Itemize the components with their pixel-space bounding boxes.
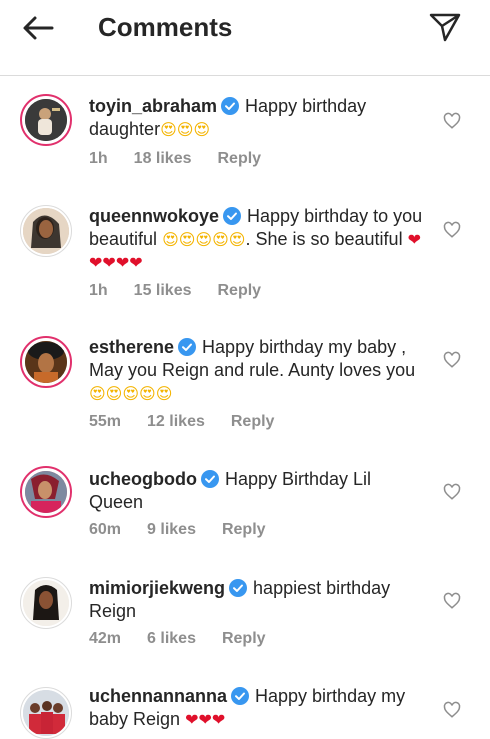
avatar[interactable] — [20, 577, 72, 629]
comment-time: 1h — [89, 282, 108, 299]
comment-username[interactable]: toyin_abraham — [89, 96, 217, 116]
like-heart-icon[interactable] — [443, 112, 461, 130]
comment-username[interactable]: ucheogbodo — [89, 469, 197, 489]
comment-username[interactable]: estherene — [89, 337, 174, 357]
comment-body: mimiorjiekweng happiest birthday Reign — [89, 577, 429, 623]
like-heart-icon[interactable] — [443, 221, 461, 239]
verified-badge-icon — [221, 97, 240, 115]
comment-time: 1h — [89, 150, 108, 167]
comment-likes[interactable]: 9 likes — [147, 521, 196, 538]
comment-item: queennwokoye Happy birthday to you beauti… — [0, 203, 490, 328]
avatar[interactable] — [20, 336, 72, 388]
comment-username[interactable]: queennwokoye — [89, 206, 219, 226]
comment-username[interactable]: uchennannanna — [89, 686, 227, 706]
comment-meta: 1h 15 likes Reply — [89, 282, 287, 300]
like-heart-icon[interactable] — [443, 701, 461, 719]
comment-body: estherene Happy birthday my baby , May yo… — [89, 336, 429, 405]
comment-item: uchennannanna Happy birthday my baby Reig… — [0, 683, 490, 739]
comment-meta: 60m 9 likes Reply — [89, 521, 292, 539]
heart-eyes-emoji: 😍😍😍 — [160, 120, 211, 139]
heart-eyes-emoji: 😍😍😍😍😍 — [89, 384, 173, 403]
comment-meta: 1h 18 likes Reply — [89, 150, 287, 168]
verified-badge-icon — [223, 207, 242, 225]
verified-badge-icon — [200, 470, 219, 488]
avatar[interactable] — [20, 466, 72, 518]
comment-item: mimiorjiekweng happiest birthday Reign 42… — [0, 574, 490, 664]
comment-meta: 55m 12 likes Reply — [89, 413, 300, 431]
comment-time: 42m — [89, 630, 122, 647]
comment-text-continued: . She is so beautiful — [245, 229, 408, 249]
reply-button[interactable]: Reply — [231, 413, 275, 430]
like-heart-icon[interactable] — [443, 351, 461, 369]
comment-body: uchennannanna Happy birthday my baby Reig… — [89, 685, 429, 731]
comment-item: toyin_abraham Happy birthday daughter😍😍😍 … — [0, 90, 490, 200]
avatar[interactable] — [20, 205, 72, 257]
page-title: Comments — [98, 12, 233, 42]
verified-badge-icon — [231, 687, 250, 705]
comment-body: ucheogbodo Happy Birthday Lil Queen — [89, 468, 429, 514]
comment-time: 55m — [89, 413, 122, 430]
comment-meta: 42m 6 likes Reply — [89, 630, 292, 648]
reply-button[interactable]: Reply — [218, 150, 262, 167]
comment-body: toyin_abraham Happy birthday daughter😍😍😍 — [89, 95, 429, 141]
like-heart-icon[interactable] — [443, 483, 461, 501]
red-heart-emoji: ❤❤❤ — [185, 710, 226, 729]
comment-username[interactable]: mimiorjiekweng — [89, 578, 225, 598]
comment-item: estherene Happy birthday my baby , May yo… — [0, 334, 490, 454]
comment-time: 60m — [89, 521, 122, 538]
direct-send-icon[interactable] — [428, 10, 462, 44]
comment-body: queennwokoye Happy birthday to you beauti… — [89, 205, 429, 274]
reply-button[interactable]: Reply — [218, 282, 262, 299]
heart-eyes-emoji: 😍😍😍😍😍 — [162, 230, 246, 249]
comment-likes[interactable]: 6 likes — [147, 630, 196, 647]
reply-button[interactable]: Reply — [222, 630, 266, 647]
comment-likes[interactable]: 12 likes — [147, 413, 205, 430]
comments-header: Comments — [0, 0, 490, 76]
reply-button[interactable]: Reply — [222, 521, 266, 538]
verified-badge-icon — [178, 338, 197, 356]
like-heart-icon[interactable] — [443, 592, 461, 610]
avatar[interactable] — [20, 687, 72, 739]
back-arrow-icon[interactable] — [18, 12, 58, 44]
avatar[interactable] — [20, 94, 72, 146]
comment-item: ucheogbodo Happy Birthday Lil Queen 60m 9 … — [0, 464, 490, 554]
verified-badge-icon — [229, 579, 248, 597]
comment-likes[interactable]: 15 likes — [134, 282, 192, 299]
comment-likes[interactable]: 18 likes — [134, 150, 192, 167]
